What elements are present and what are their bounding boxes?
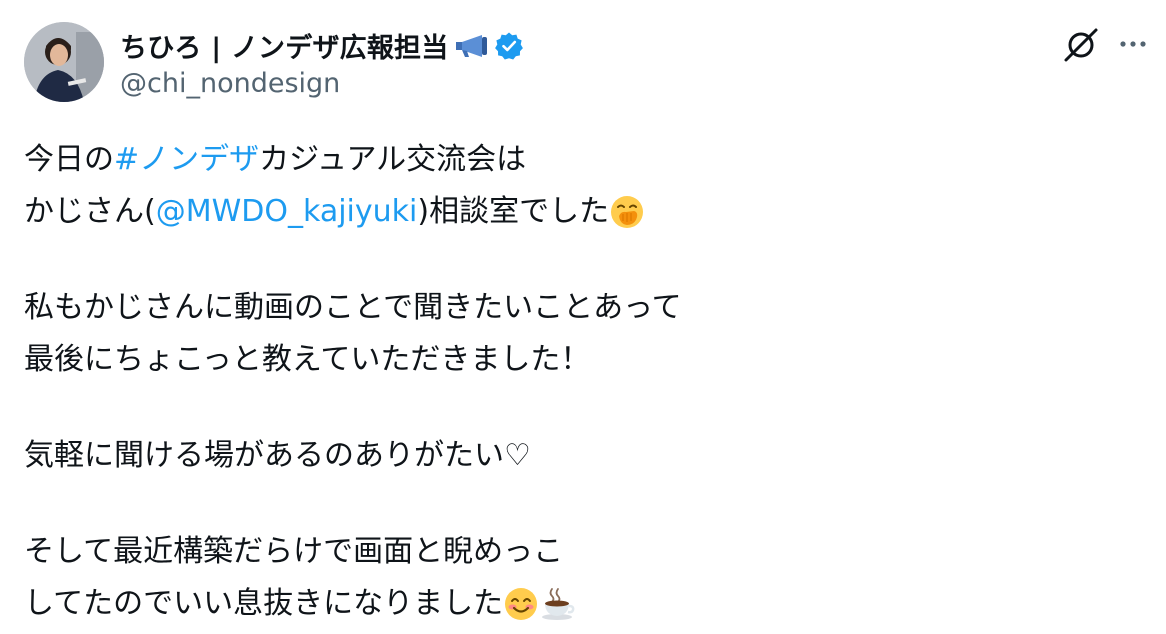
grok-icon[interactable] [1061,24,1101,64]
tweet-text: 今日の #ノンデザ カジュアル交流会は かじさん( @MWDO_kajiyuki… [24,134,1134,630]
handle[interactable]: @chi_nondesign [120,68,524,99]
tweet-header: ちひろ | ノンデザ広報担当 @chi_nondesign [24,22,524,102]
mention-link[interactable]: @MWDO_kajiyuki [156,186,418,238]
text-segment: かじさん( [24,194,156,229]
text-segment: 今日の [24,142,114,177]
tweet-line-4: 最後にちょこっと教えていただきました！ [24,334,1134,386]
tweet-line-7: してたのでいい息抜きになりました [24,578,1134,630]
author-info: ちひろ | ノンデザ広報担当 @chi_nondesign [120,26,524,99]
avatar[interactable] [24,22,104,102]
tweet-line-6: そして最近構築だらけで画面と睨めっこ [24,526,1134,578]
more-icon[interactable] [1119,36,1147,52]
display-name[interactable]: ちひろ | ノンデザ広報担当 [120,26,448,65]
text-segment: カジュアル交流会は [259,142,527,177]
text-segment: そして最近構築だらけで画面と睨めっこ [24,534,564,569]
tweet-line-1: 今日の #ノンデザ カジュアル交流会は [24,134,1134,186]
tweet-line-5: 気軽に聞ける場があるのありがたい♡ [24,430,1134,482]
text-segment: )相談室でした [417,194,610,229]
verified-badge-icon[interactable] [494,31,524,61]
text-segment: してたのでいい息抜きになりました [24,586,504,621]
text-segment: 最後にちょこっと教えていただきました！ [24,342,591,377]
tweet-line-2: かじさん( @MWDO_kajiyuki )相談室でした [24,186,1134,238]
megaphone-icon [452,33,492,59]
face-with-hand-over-mouth-emoji-icon [609,194,645,230]
tweet-card: ちひろ | ノンデザ広報担当 @chi_nondesign 今日の #ノンデザ … [0,0,1166,634]
display-name-row: ちひろ | ノンデザ広報担当 [120,26,524,66]
hot-beverage-emoji-icon [539,586,575,622]
hashtag-link[interactable]: #ノンデザ [114,134,259,186]
smiling-face-emoji-icon [503,586,539,622]
text-segment: 気軽に聞ける場があるのありがたい♡ [24,438,531,473]
tweet-line-3: 私もかじさんに動画のことで聞きたいことあって [24,282,1134,334]
text-segment: 私もかじさんに動画のことで聞きたいことあって [24,290,682,325]
